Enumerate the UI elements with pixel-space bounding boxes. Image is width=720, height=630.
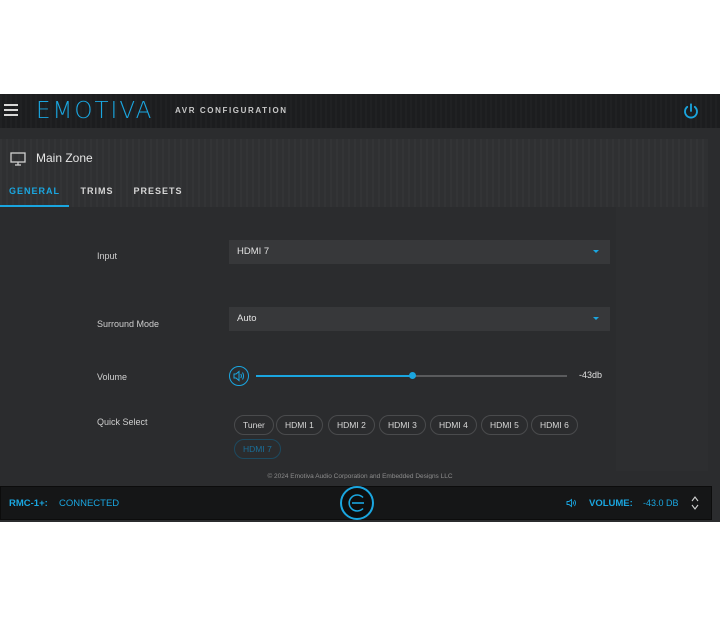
input-label: Input bbox=[97, 251, 118, 261]
surround-mode-value: Auto bbox=[237, 313, 257, 324]
surround-mode-label: Surround Mode bbox=[97, 319, 160, 329]
surround-mode-select[interactable]: Auto bbox=[229, 307, 610, 331]
emotiva-logo: EMOTIVA bbox=[36, 98, 154, 124]
power-icon[interactable] bbox=[682, 102, 700, 120]
quick-select-chip-selected[interactable]: HDMI 7 bbox=[234, 439, 281, 459]
status-volume-label: VOLUME: bbox=[589, 498, 633, 509]
zone-header: Main Zone GENERAL TRIMS PRESETS bbox=[0, 139, 708, 207]
tab-general[interactable]: GENERAL bbox=[0, 177, 69, 207]
emotiva-e-icon bbox=[348, 494, 364, 512]
connection-status: CONNECTED bbox=[59, 498, 120, 509]
copyright-text: © 2024 Emotiva Audio Corporation and Emb… bbox=[267, 473, 453, 479]
quick-select-label: Quick Select bbox=[97, 417, 148, 427]
quick-select-chip[interactable]: Tuner bbox=[234, 415, 274, 435]
volume-spinner-icon[interactable] bbox=[691, 494, 699, 512]
tab-presets[interactable]: PRESETS bbox=[128, 177, 188, 205]
zone-title: Main Zone bbox=[36, 151, 93, 165]
quick-select-chip[interactable]: HDMI 4 bbox=[430, 415, 477, 435]
hamburger-icon[interactable] bbox=[4, 104, 18, 116]
quick-select-chip[interactable]: HDMI 3 bbox=[379, 415, 426, 435]
speaker-icon bbox=[233, 370, 245, 382]
avr-config-app: EMOTIVA AVR CONFIGURATION Main Zone GENE… bbox=[0, 94, 720, 522]
status-volume-value: -43.0 DB bbox=[643, 498, 679, 508]
volume-slider[interactable] bbox=[256, 372, 567, 379]
volume-slider-thumb[interactable] bbox=[408, 372, 416, 379]
quick-select-chip[interactable]: HDMI 6 bbox=[531, 415, 578, 435]
rmc-label: RMC-1+: bbox=[9, 498, 48, 509]
mute-button[interactable] bbox=[229, 366, 249, 386]
volume-slider-fill bbox=[256, 375, 412, 377]
emotiva-home-button[interactable] bbox=[340, 486, 374, 520]
input-select-value: HDMI 7 bbox=[237, 246, 270, 257]
top-bar: EMOTIVA AVR CONFIGURATION bbox=[0, 94, 720, 128]
monitor-icon bbox=[10, 152, 26, 166]
tab-trims[interactable]: TRIMS bbox=[74, 177, 120, 205]
quick-select-chip[interactable]: HDMI 1 bbox=[276, 415, 323, 435]
quick-select-chip[interactable]: HDMI 2 bbox=[328, 415, 375, 435]
input-select[interactable]: HDMI 7 bbox=[229, 240, 610, 264]
quick-select-chip[interactable]: HDMI 5 bbox=[481, 415, 528, 435]
volume-readout: -43db bbox=[579, 370, 603, 380]
speaker-icon bbox=[566, 498, 576, 508]
volume-label: Volume bbox=[97, 372, 128, 382]
chevron-down-icon bbox=[593, 317, 599, 320]
status-bar: RMC-1+: CONNECTED VOLUME: -43.0 DB bbox=[0, 486, 712, 520]
chevron-down-icon bbox=[593, 250, 599, 253]
app-subtitle: AVR CONFIGURATION bbox=[175, 106, 288, 115]
side-gap bbox=[616, 207, 708, 471]
general-settings-panel: Input HDMI 7 Surround Mode Auto Volume -… bbox=[92, 219, 616, 471]
